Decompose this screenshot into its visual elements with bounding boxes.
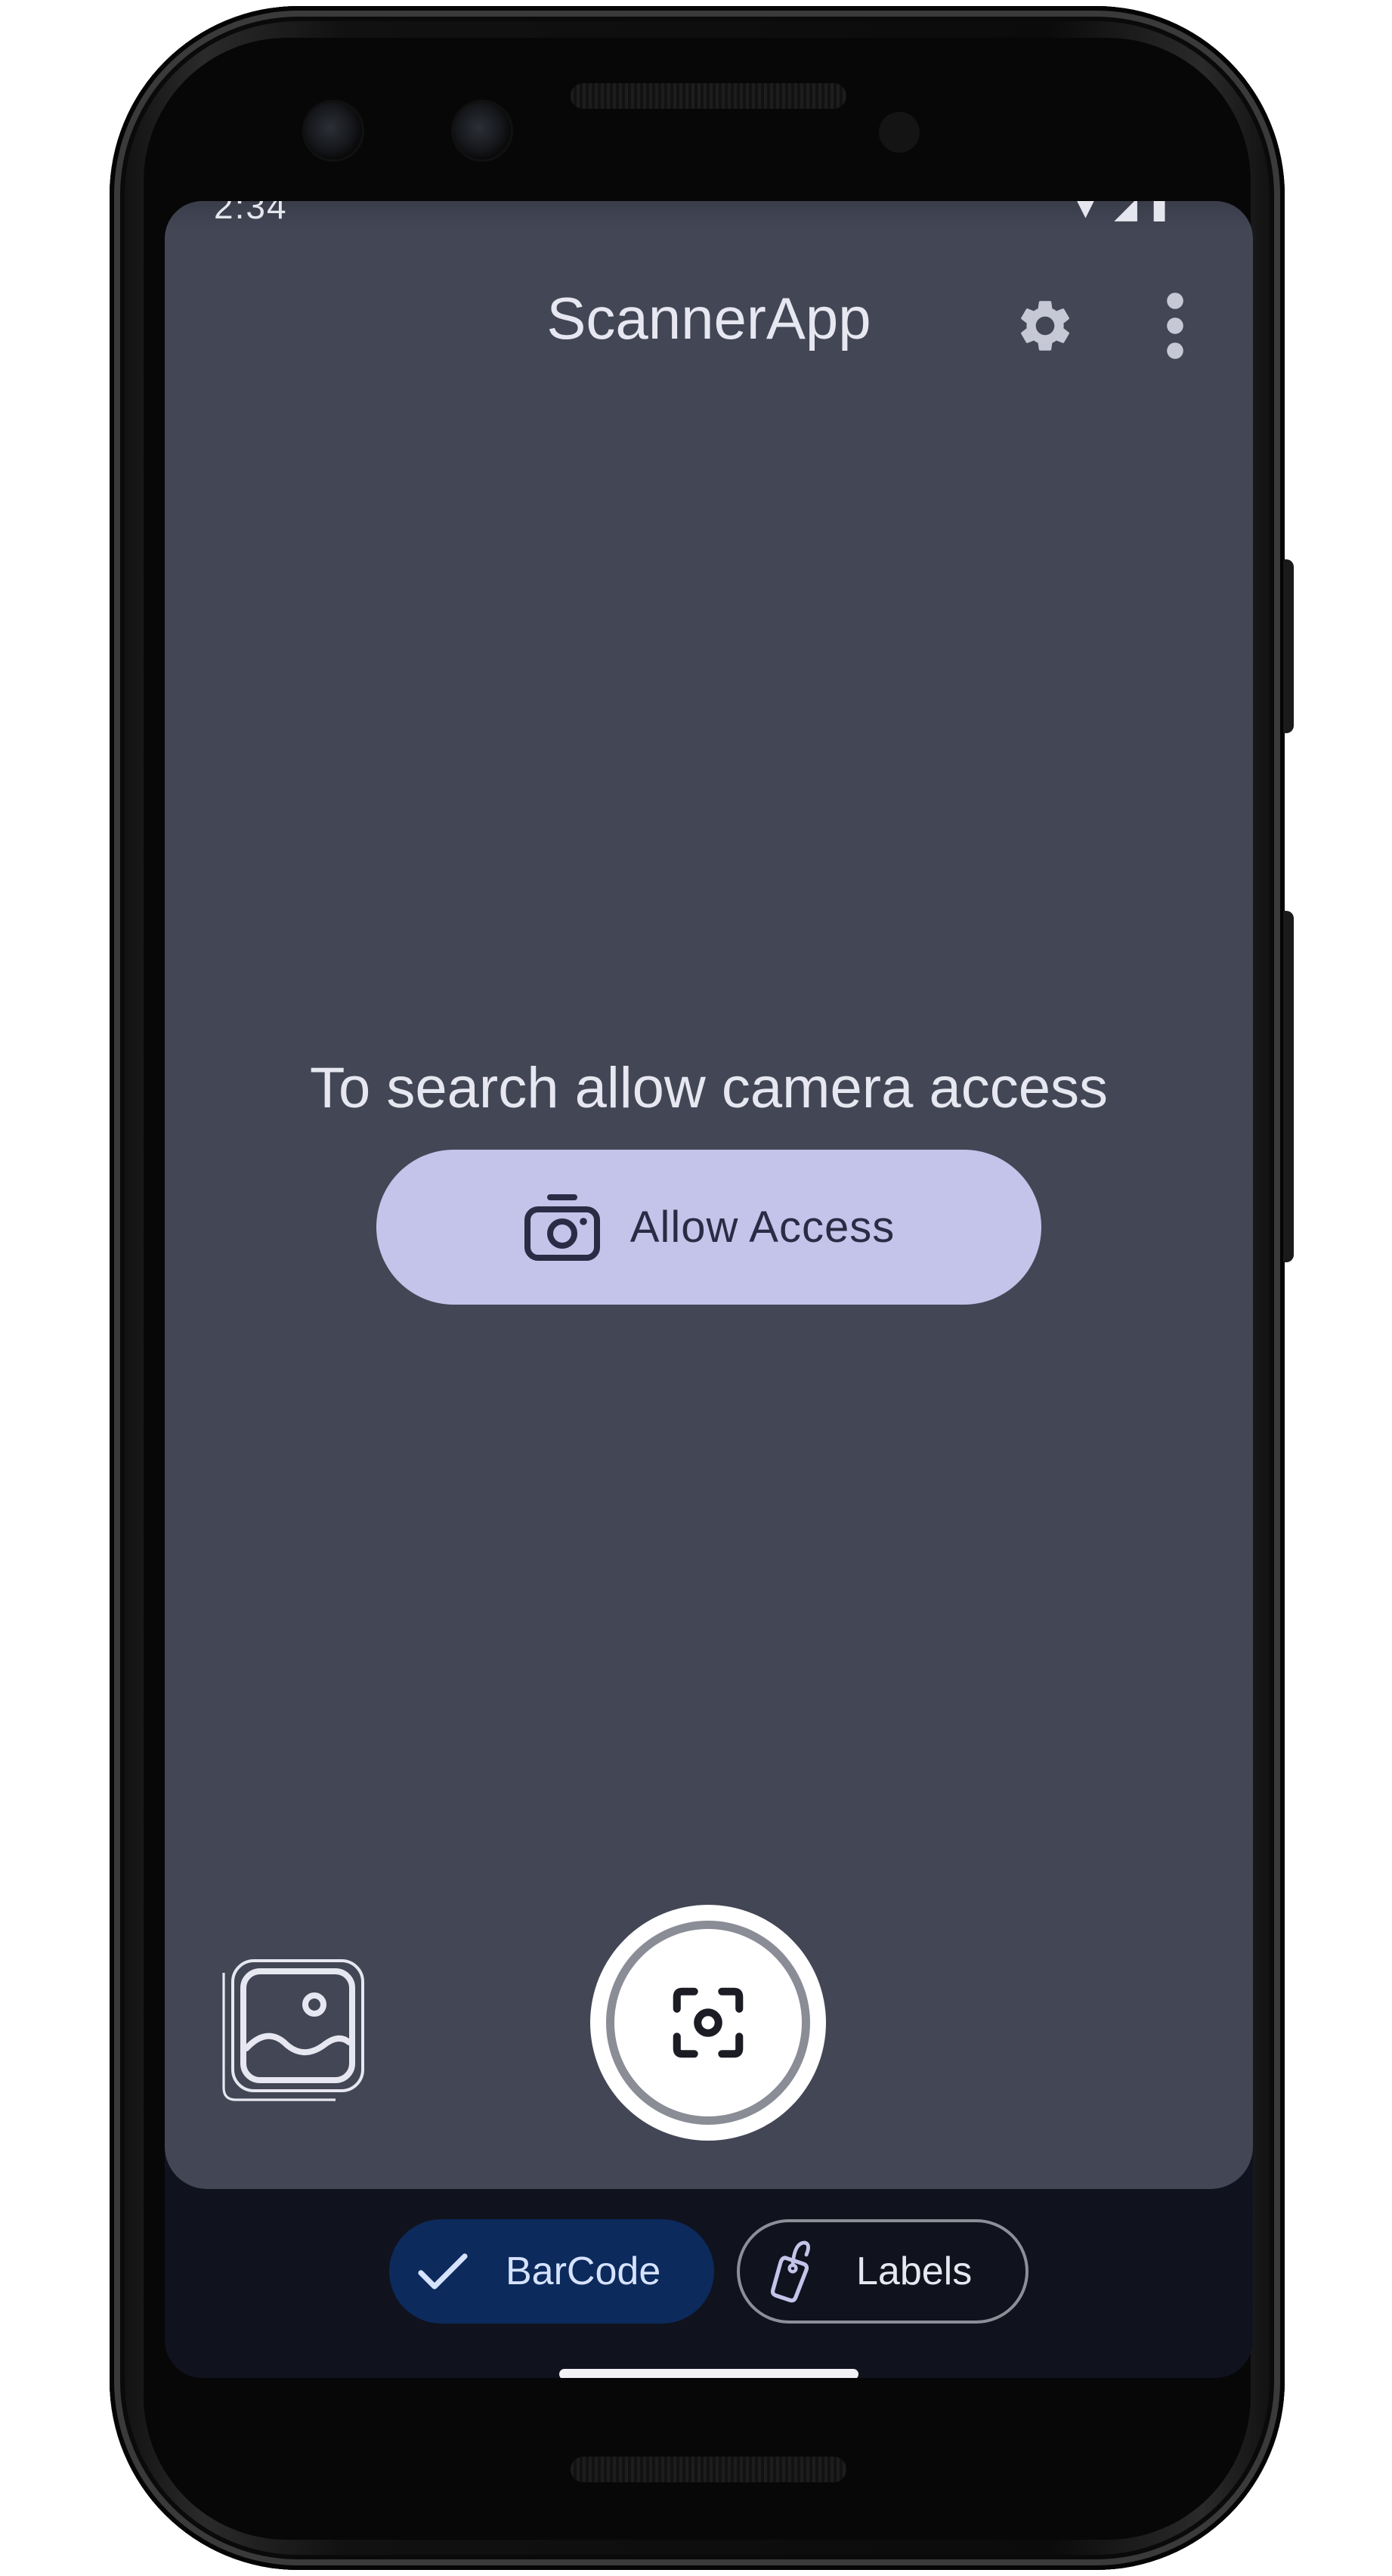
- volume-rocker: [1283, 911, 1294, 1262]
- more-options-button[interactable]: [1134, 284, 1217, 367]
- center-focus-icon: [673, 1987, 744, 2058]
- chip-barcode[interactable]: BarCode: [389, 2219, 714, 2324]
- front-camera-right: [453, 102, 511, 159]
- status-time: 2:34: [214, 201, 288, 226]
- power-button: [1283, 559, 1294, 733]
- shutter-button[interactable]: [590, 1905, 826, 2141]
- screen: 2:34 ▼◢▮ ScannerApp To search allow came…: [165, 201, 1253, 2378]
- proximity-sensor: [879, 112, 920, 153]
- camera-access-prompt: To search allow camera access: [310, 1056, 1108, 1120]
- label-tag-icon: [770, 2240, 810, 2303]
- check-icon: [418, 2253, 468, 2290]
- shutter-core: [614, 1929, 802, 2116]
- bottom-speaker: [571, 2457, 846, 2482]
- status-bar: 2:34 ▼◢▮: [165, 201, 1253, 228]
- camera-preview-area: 2:34 ▼◢▮ ScannerApp To search allow came…: [165, 201, 1253, 2189]
- settings-button[interactable]: [1004, 284, 1087, 367]
- front-camera-left: [305, 102, 362, 159]
- chip-barcode-label: BarCode: [506, 2249, 661, 2293]
- shutter-ring: [606, 1921, 810, 2125]
- device-frame: 2:34 ▼◢▮ ScannerApp To search allow came…: [0, 0, 1392, 2576]
- earpiece-speaker: [571, 83, 846, 109]
- allow-access-label: Allow Access: [629, 1203, 896, 1252]
- app-title: ScannerApp: [546, 285, 871, 351]
- allow-access-button[interactable]: Allow Access: [376, 1150, 1041, 1305]
- more-vert-icon: [1167, 293, 1183, 359]
- chip-labels-label: Labels: [856, 2249, 973, 2293]
- image-gallery-icon: [222, 1959, 364, 2101]
- gear-icon: [1021, 301, 1069, 351]
- chip-labels[interactable]: Labels: [737, 2219, 1029, 2324]
- gallery-button[interactable]: [218, 1955, 369, 2106]
- camera-icon: [524, 1194, 600, 1261]
- status-icons: ▼◢▮: [1070, 201, 1181, 224]
- home-indicator[interactable]: [559, 2369, 858, 2378]
